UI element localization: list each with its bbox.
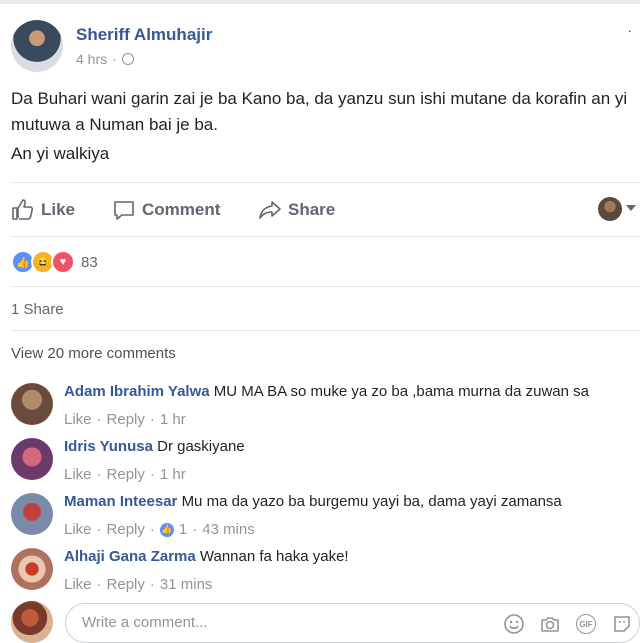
comment-like-link[interactable]: Like bbox=[64, 521, 92, 538]
composer-avatar bbox=[11, 601, 53, 643]
comment-time[interactable]: 1 hr bbox=[160, 466, 186, 483]
emoji-icon[interactable] bbox=[503, 613, 525, 635]
commenter-avatar[interactable] bbox=[11, 493, 53, 535]
commenter-name[interactable]: Idris Yunusa bbox=[64, 438, 153, 455]
post-time[interactable]: 4 hrs bbox=[76, 51, 107, 67]
viewer-avatar[interactable] bbox=[598, 197, 622, 221]
meta-separator: · bbox=[112, 51, 117, 67]
author-avatar[interactable] bbox=[11, 20, 63, 72]
like-label: Like bbox=[41, 200, 76, 219]
comment-reply-link[interactable]: Reply bbox=[107, 576, 145, 593]
more-options-icon[interactable]: · bbox=[627, 22, 632, 38]
comment-body: Maman Inteesar Mu ma da yazo ba burgemu … bbox=[64, 493, 562, 510]
comment-like-link[interactable]: Like bbox=[64, 466, 92, 483]
comment-text: Mu ma da yazo ba burgemu yayi ba, dama y… bbox=[181, 493, 562, 510]
comment-text: MU MA BA so muke ya zo ba ,bama murna da… bbox=[213, 383, 589, 400]
commenter-avatar[interactable] bbox=[11, 438, 53, 480]
comment-reply-link[interactable]: Reply bbox=[107, 521, 145, 538]
share-count[interactable]: 1 Share bbox=[11, 301, 64, 318]
comment-body: Adam Ibrahim Yalwa MU MA BA so muke ya z… bbox=[64, 383, 589, 400]
comment-actions: Like · Reply · 31 mins bbox=[64, 576, 213, 593]
divider bbox=[11, 236, 640, 237]
comment-actions: Like · Reply · 1 hr bbox=[64, 466, 186, 483]
comment-label: Comment bbox=[142, 200, 221, 219]
author-name[interactable]: Sheriff Almuhajir bbox=[76, 25, 212, 45]
comment-body: Alhaji Gana Zarma Wannan fa haka yake! bbox=[64, 548, 349, 565]
comment-reply-link[interactable]: Reply bbox=[107, 466, 145, 483]
love-reaction-icon: ♥ bbox=[51, 250, 75, 274]
comment-text: Wannan fa haka yake! bbox=[199, 548, 349, 565]
comment-button[interactable]: Comment bbox=[112, 198, 220, 222]
commenter-avatar[interactable] bbox=[11, 548, 53, 590]
comment-time[interactable]: 43 mins bbox=[202, 521, 255, 538]
sticker-icon[interactable] bbox=[611, 613, 633, 635]
comment-actions: Like · Reply · 1 hr bbox=[64, 411, 186, 428]
commenter-name[interactable]: Adam Ibrahim Yalwa bbox=[64, 383, 210, 400]
commenter-name[interactable]: Alhaji Gana Zarma bbox=[64, 548, 196, 565]
gif-icon[interactable]: GIF bbox=[575, 613, 597, 635]
divider bbox=[11, 182, 640, 183]
comment-item: Adam Ibrahim Yalwa MU MA BA so muke ya z… bbox=[11, 383, 636, 433]
comment-item: Alhaji Gana Zarma Wannan fa haka yake! L… bbox=[11, 548, 636, 598]
divider bbox=[11, 286, 640, 287]
camera-icon[interactable] bbox=[539, 613, 561, 635]
globe-icon[interactable] bbox=[121, 53, 134, 65]
commenter-name[interactable]: Maman Inteesar bbox=[64, 493, 177, 510]
comment-composer[interactable]: GIF bbox=[65, 603, 640, 643]
view-more-comments-link[interactable]: View 20 more comments bbox=[11, 345, 176, 362]
comment-actions: Like · Reply · 👍 1 · 43 mins bbox=[64, 521, 255, 538]
comment-time[interactable]: 1 hr bbox=[160, 411, 186, 428]
comment-input[interactable] bbox=[80, 613, 484, 632]
reaction-count[interactable]: 83 bbox=[81, 254, 98, 271]
comment-reply-link[interactable]: Reply bbox=[107, 411, 145, 428]
share-button[interactable]: Share bbox=[258, 198, 335, 222]
chevron-down-icon[interactable] bbox=[626, 205, 636, 211]
post-text-secondary: An yi walkiya bbox=[11, 144, 110, 163]
comment-item: Maman Inteesar Mu ma da yazo ba burgemu … bbox=[11, 493, 636, 543]
comment-icon bbox=[114, 201, 134, 220]
post-text: Da Buhari wani garin zai je ba Kano ba, … bbox=[11, 89, 628, 134]
comment-text: Dr gaskiyane bbox=[157, 438, 245, 455]
comment-like-link[interactable]: Like bbox=[64, 411, 92, 428]
divider bbox=[11, 330, 640, 331]
share-label: Share bbox=[288, 200, 336, 219]
comment-time[interactable]: 31 mins bbox=[160, 576, 213, 593]
reactions-summary[interactable]: 👍 😆 ♥ 83 bbox=[11, 250, 98, 274]
comment-body: Idris Yunusa Dr gaskiyane bbox=[64, 438, 245, 455]
comment-like-count[interactable]: 1 bbox=[179, 521, 187, 538]
top-border bbox=[0, 0, 640, 4]
like-button[interactable]: Like bbox=[11, 198, 75, 222]
thumbs-up-icon bbox=[12, 199, 34, 220]
comment-item: Idris Yunusa Dr gaskiyane Like · Reply · 1… bbox=[11, 438, 636, 488]
like-reaction-icon[interactable]: 👍 bbox=[159, 522, 174, 537]
post-meta: 4 hrs · bbox=[76, 51, 134, 67]
comment-like-link[interactable]: Like bbox=[64, 576, 92, 593]
share-icon bbox=[259, 201, 281, 219]
commenter-avatar[interactable] bbox=[11, 383, 53, 425]
